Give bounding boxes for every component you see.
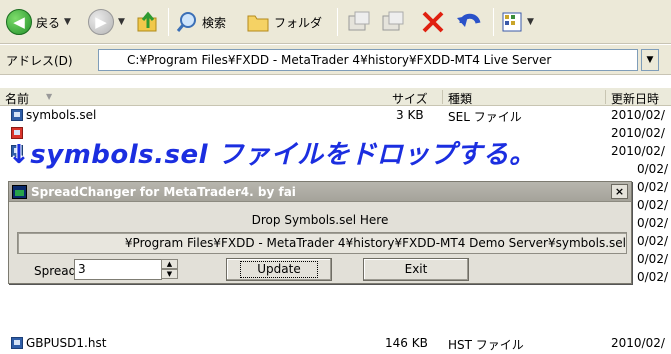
update-button[interactable]: Update — [226, 258, 332, 281]
undo-icon — [457, 13, 481, 27]
file-date: 0/02/ — [637, 252, 668, 266]
file-size: 3 KB — [396, 108, 424, 122]
file-type: HST ファイル — [448, 338, 524, 352]
folder-icon — [247, 15, 269, 32]
back-button[interactable]: ◀ 戻る ▼ — [6, 6, 71, 38]
up-folder-button[interactable] — [136, 6, 160, 38]
address-input[interactable]: C:¥Program Files¥FXDD - MetaTrader 4¥his… — [98, 49, 638, 71]
file-row[interactable]: symbols.sel 3 KB SEL ファイル 2010/02/ — [0, 106, 671, 124]
back-arrow-icon: ◀ — [6, 9, 32, 35]
file-date: 2010/02/ — [611, 126, 665, 140]
file-date: 2010/02/ — [611, 144, 665, 158]
chevron-down-icon: ▼ — [118, 17, 125, 27]
views-icon — [502, 12, 522, 32]
column-type[interactable]: 種類 — [448, 90, 472, 107]
file-date: 0/02/ — [637, 180, 668, 194]
spreadchanger-dialog: SpreadChanger for MetaTrader4. by fai × … — [8, 181, 632, 284]
file-size: 146 KB — [385, 336, 428, 350]
file-icon — [11, 109, 23, 121]
address-bar: アドレス(D) C:¥Program Files¥FXDD - MetaTrad… — [0, 45, 671, 75]
spread-input[interactable]: 3 — [74, 259, 162, 280]
file-date: 0/02/ — [637, 270, 668, 284]
delete-icon — [422, 11, 444, 33]
update-button-label: Update — [240, 261, 318, 278]
file-icon — [11, 337, 23, 349]
back-label: 戻る — [36, 15, 61, 30]
move-to-button[interactable] — [346, 6, 372, 38]
file-date: 0/02/ — [637, 162, 668, 176]
chevron-down-icon: ▼ — [527, 17, 534, 27]
close-button[interactable]: × — [611, 184, 628, 199]
dialog-title-bar[interactable]: SpreadChanger for MetaTrader4. by fai × — [9, 182, 631, 202]
undo-button[interactable] — [456, 6, 484, 38]
list-header: 名前 ▼ サイズ 種類 更新日時 — [0, 88, 671, 106]
chevron-down-icon: ▼ — [64, 17, 71, 27]
file-date: 2010/02/ — [611, 108, 665, 122]
search-label: 検索 — [202, 15, 227, 30]
column-modified[interactable]: 更新日時 — [611, 90, 659, 107]
file-date: 0/02/ — [637, 198, 668, 212]
spread-stepper[interactable]: ▲ ▼ — [161, 259, 178, 280]
forward-arrow-icon: ▶ — [88, 9, 114, 35]
file-date: 0/02/ — [637, 216, 668, 230]
app-icon — [12, 185, 27, 199]
search-icon — [176, 12, 196, 32]
spin-down-icon[interactable]: ▼ — [161, 269, 178, 279]
folders-button[interactable]: フォルダ — [246, 6, 322, 38]
address-label: アドレス(D) — [6, 54, 73, 68]
file-type: SEL ファイル — [448, 110, 522, 124]
file-row[interactable]: GBPUSD1.hst 146 KB HST ファイル 2010/02/ — [0, 334, 671, 352]
file-path-field[interactable]: ¥Program Files¥FXDD - MetaTrader 4¥histo… — [17, 232, 627, 254]
exit-button[interactable]: Exit — [363, 258, 469, 281]
delete-button[interactable] — [420, 6, 446, 38]
column-size[interactable]: サイズ — [392, 90, 428, 107]
file-date: 0/02/ — [637, 234, 668, 248]
dialog-title: SpreadChanger for MetaTrader4. by fai — [31, 185, 296, 199]
forward-button[interactable]: ▶ ▼ — [88, 6, 125, 38]
file-date: 2010/02/ — [611, 336, 665, 350]
file-name: symbols.sel — [26, 108, 97, 122]
search-button[interactable]: 検索 — [176, 6, 226, 38]
spread-label: Spread — [34, 264, 77, 278]
folders-label: フォルダ — [274, 15, 323, 30]
sort-indicator-icon: ▼ — [46, 92, 53, 101]
address-dropdown-button[interactable]: ▼ — [641, 49, 659, 71]
views-button[interactable]: ▼ — [501, 6, 534, 38]
file-name: GBPUSD1.hst — [26, 336, 107, 350]
copy-to-icon — [382, 11, 404, 31]
toolbar: ◀ 戻る ▼ ▶ ▼ 検索 フォルダ ▼ — [0, 0, 671, 44]
drop-label: Drop Symbols.sel Here — [251, 213, 389, 227]
move-to-icon — [348, 11, 370, 31]
up-folder-icon — [137, 11, 157, 32]
drop-instruction-annotation: ↓symbols.sel ファイルをドロップする。 — [8, 140, 536, 170]
copy-to-button[interactable] — [380, 6, 406, 38]
spin-up-icon[interactable]: ▲ — [161, 259, 178, 269]
column-name[interactable]: 名前 — [5, 90, 29, 107]
